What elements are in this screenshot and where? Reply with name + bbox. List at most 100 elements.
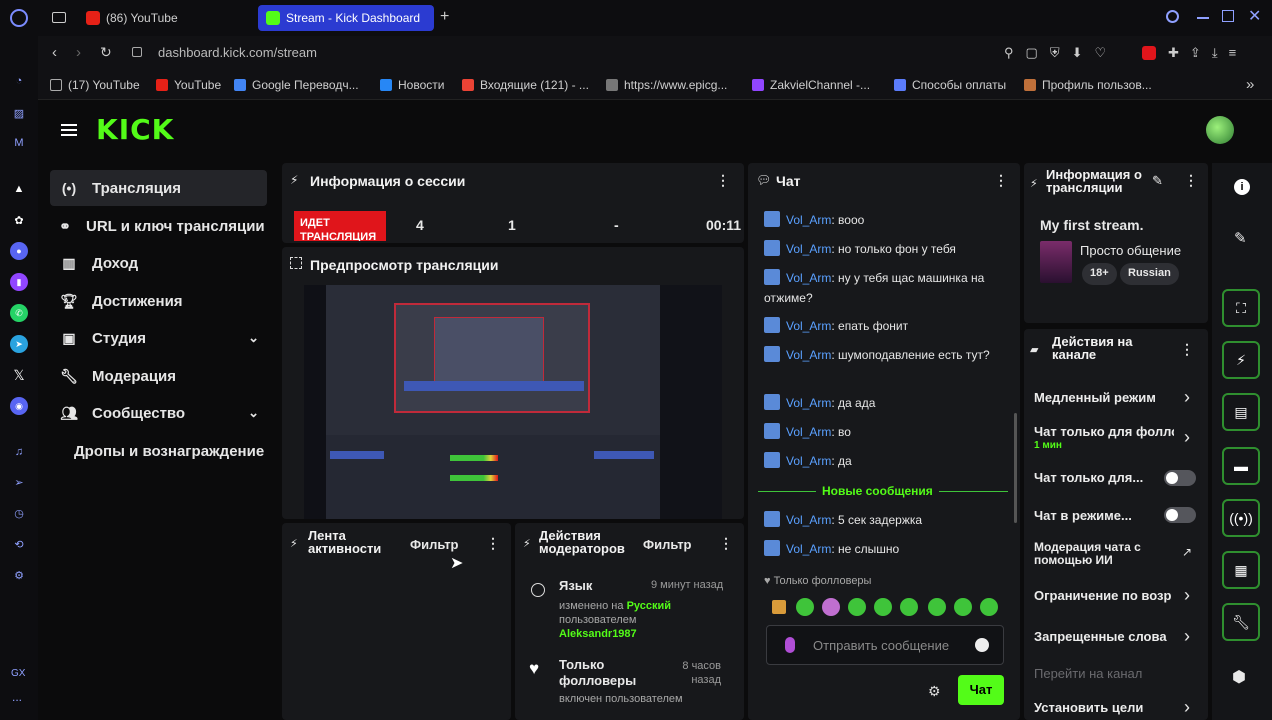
lightning-button[interactable]: ⚡︎ — [1222, 341, 1260, 379]
extensions-icon[interactable]: ⟲ — [10, 535, 28, 553]
mod-action-user[interactable]: Aleksandr1987 — [559, 628, 637, 640]
twitch-icon[interactable]: ▮ — [10, 273, 28, 291]
bookmark-item[interactable]: https://www.epicg... — [606, 78, 727, 92]
emote-icon[interactable] — [900, 598, 918, 616]
subscribers-only-toggle[interactable] — [1164, 470, 1196, 486]
age-restriction-row[interactable]: Ограничение по возр — [1034, 588, 1174, 603]
nav-achievements[interactable]: 🏆︎ Достижения — [50, 283, 267, 319]
nav-broadcast[interactable]: (•) Трансляция — [50, 170, 267, 206]
clip-button[interactable]: ⛶ — [1222, 289, 1260, 327]
puzzle-icon[interactable]: ✚ — [1168, 45, 1190, 60]
new-tab-button[interactable]: + — [440, 8, 449, 26]
more-options-icon[interactable]: ⋮ — [486, 535, 500, 552]
notes-button[interactable]: ▤ — [1222, 393, 1260, 431]
chat-username[interactable]: Vol_Arm — [786, 271, 831, 285]
chevron-right-icon[interactable]: › — [1184, 697, 1190, 718]
chat-send-button[interactable]: Чат — [958, 675, 1004, 705]
news-icon[interactable]: ▨ — [10, 104, 28, 122]
reload-icon[interactable]: ↻ — [100, 44, 112, 61]
chevron-right-icon[interactable]: › — [1184, 626, 1190, 647]
extension-red-icon[interactable] — [1142, 46, 1156, 60]
downloads-icon[interactable]: ⤓ — [1212, 45, 1229, 60]
send-icon[interactable]: ➢ — [10, 473, 28, 491]
chat-button[interactable]: ▬ — [1222, 447, 1260, 485]
chatgpt-icon[interactable]: ✿ — [10, 211, 28, 229]
chevron-down-icon[interactable]: ⌄ — [248, 405, 259, 421]
maximize-icon[interactable] — [1222, 10, 1234, 22]
emote-icon[interactable] — [772, 600, 786, 614]
messenger-icon[interactable]: ● — [10, 242, 28, 260]
ai-moderation-row[interactable]: Модерация чата с помощью ИИ — [1034, 541, 1162, 567]
bookmark-item[interactable]: Входящие (121) - ... — [462, 78, 589, 92]
connections-icon[interactable]: ⬢ — [1232, 667, 1246, 687]
chevron-right-icon[interactable]: › — [1184, 585, 1190, 606]
chevron-down-icon[interactable]: ⌄ — [248, 330, 259, 346]
tab-overview-icon[interactable] — [52, 12, 66, 23]
menu-icon[interactable]: ≡ — [1229, 45, 1248, 60]
nav-income[interactable]: ▥ Доход — [50, 245, 267, 281]
microphone-icon[interactable] — [785, 637, 795, 653]
share-icon[interactable]: ⇪ — [1190, 45, 1212, 60]
chat-username[interactable]: Vol_Arm — [786, 213, 831, 227]
search-icon[interactable] — [1166, 10, 1179, 23]
nav-studio[interactable]: ▣ Студия ⌄ — [50, 320, 267, 356]
snapshot-icon[interactable]: ▢ — [1026, 45, 1050, 60]
rail-more-icon[interactable]: ... — [12, 690, 22, 704]
slow-mode-row[interactable]: Медленный режим — [1034, 390, 1194, 405]
chevron-right-icon[interactable]: › — [1184, 387, 1190, 408]
emote-icon[interactable] — [848, 598, 866, 616]
more-options-icon[interactable]: ⋮ — [1184, 172, 1198, 189]
mail-icon[interactable]: M — [10, 134, 28, 152]
category-thumbnail[interactable] — [1040, 241, 1072, 283]
emote-icon[interactable] — [980, 598, 998, 616]
settings-icon[interactable]: ⚙ — [10, 566, 28, 584]
discord-icon[interactable]: ◉ — [10, 397, 28, 415]
bookmark-item[interactable]: Новости — [380, 78, 444, 92]
history-icon[interactable]: ◷ — [10, 504, 28, 522]
chat-input[interactable]: Отправить сообщение — [766, 625, 1004, 665]
whatsapp-icon[interactable]: ✆ — [10, 304, 28, 322]
emote-mode-toggle[interactable] — [1164, 507, 1196, 523]
music-icon[interactable]: ♫ — [10, 443, 28, 461]
back-icon[interactable]: ‹ — [52, 44, 57, 61]
aria-icon[interactable]: ▲ — [10, 180, 28, 198]
nav-community[interactable]: 👥︎ Сообщество ⌄ — [50, 395, 267, 431]
kick-logo[interactable]: KICK — [96, 113, 174, 146]
bookmark-item[interactable]: ZakvielChannel -... — [752, 78, 870, 92]
nav-moderation[interactable]: 🔧︎ Модерация — [50, 358, 267, 394]
speed-dial-icon[interactable]: ◔ — [10, 72, 28, 90]
chat-username[interactable]: Vol_Arm — [786, 319, 831, 333]
tab-youtube[interactable]: (86) YouTube — [78, 5, 254, 31]
emote-icon[interactable] — [928, 598, 946, 616]
bookmark-item[interactable]: Google Переводч... — [234, 78, 359, 92]
pin-icon[interactable]: ⚲ — [1004, 45, 1026, 60]
more-options-icon[interactable]: ⋮ — [716, 172, 730, 189]
shield-icon[interactable]: ⛨ — [1050, 45, 1072, 60]
bookmark-item[interactable]: (17) YouTube — [50, 78, 140, 92]
nav-url-key[interactable]: ⚭ URL и ключ трансляции — [50, 208, 267, 244]
activity-filter-button[interactable]: Фильтр — [410, 537, 459, 552]
telegram-icon[interactable]: ➤ — [10, 335, 28, 353]
chat-username[interactable]: Vol_Arm — [786, 242, 831, 256]
followers-only-row[interactable]: Чат только для фолло — [1034, 424, 1174, 439]
go-to-channel-row[interactable]: Перейти на канал — [1034, 666, 1194, 681]
stream-preview-video[interactable] — [304, 285, 722, 519]
opera-logo-icon[interactable] — [10, 9, 28, 27]
info-icon[interactable]: i — [1234, 179, 1250, 195]
chat-username[interactable]: Vol_Arm — [786, 348, 831, 362]
address-bar[interactable]: dashboard.kick.com/stream — [158, 45, 317, 60]
chat-scrollbar[interactable] — [1014, 413, 1017, 523]
hamburger-menu-icon[interactable] — [61, 124, 77, 136]
tab-kick-dashboard[interactable]: Stream - Kick Dashboard — [258, 5, 434, 31]
heart-icon[interactable]: ♡ — [1095, 45, 1119, 60]
pencil-icon[interactable]: ✎ — [1234, 229, 1247, 247]
bookmarks-overflow-icon[interactable]: » — [1246, 76, 1254, 93]
edit-icon[interactable]: ✎ — [1152, 173, 1163, 189]
bookmark-item[interactable]: Профиль пользов... — [1024, 78, 1152, 92]
category-name[interactable]: Просто общение — [1080, 243, 1181, 258]
chat-username[interactable]: Vol_Arm — [786, 396, 831, 410]
emote-icon[interactable] — [954, 598, 972, 616]
emoji-icon[interactable] — [975, 638, 989, 652]
bookmark-item[interactable]: YouTube — [156, 78, 221, 92]
x-icon[interactable]: 𝕏 — [10, 366, 28, 384]
